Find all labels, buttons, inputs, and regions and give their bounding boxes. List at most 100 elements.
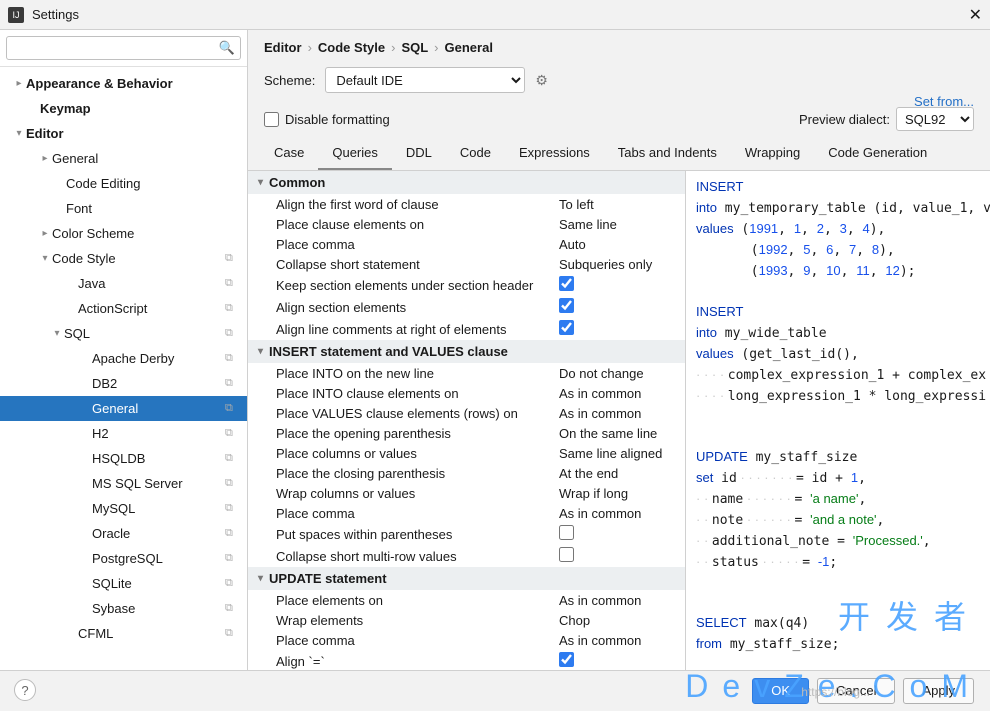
- gear-icon[interactable]: ⚙: [535, 72, 548, 89]
- sidebar-item-postgresql[interactable]: PostgreSQL⧉: [0, 546, 247, 571]
- group-header[interactable]: ▾ Common: [248, 171, 685, 194]
- set-from-link[interactable]: Set from...: [914, 94, 974, 109]
- setting-row[interactable]: Place columns or valuesSame line aligned: [248, 443, 685, 463]
- sidebar-item-sql[interactable]: ▾SQL⧉: [0, 321, 247, 346]
- setting-row[interactable]: Place VALUES clause elements (rows) onAs…: [248, 403, 685, 423]
- tab-expressions[interactable]: Expressions: [505, 137, 604, 170]
- search-input[interactable]: [6, 36, 241, 60]
- setting-row[interactable]: Wrap elementsChop: [248, 610, 685, 630]
- sidebar-item-hsqldb[interactable]: HSQLDB⧉: [0, 446, 247, 471]
- setting-row[interactable]: Collapse short statementSubqueries only: [248, 254, 685, 274]
- setting-value[interactable]: Same line: [555, 217, 685, 232]
- sidebar-item-font[interactable]: Font: [0, 196, 247, 221]
- group-header[interactable]: ▾ UPDATE statement: [248, 567, 685, 590]
- setting-checkbox[interactable]: [559, 525, 574, 540]
- setting-value[interactable]: As in common: [555, 406, 685, 421]
- apply-button[interactable]: Apply: [903, 678, 974, 704]
- settings-tree[interactable]: ▸Appearance & BehaviorKeymap▾Editor▸Gene…: [0, 67, 247, 670]
- sidebar-item-sybase[interactable]: Sybase⧉: [0, 596, 247, 621]
- sidebar-item-apache-derby[interactable]: Apache Derby⧉: [0, 346, 247, 371]
- setting-value[interactable]: As in common: [555, 593, 685, 608]
- setting-checkbox[interactable]: [559, 276, 574, 291]
- setting-value[interactable]: As in common: [555, 506, 685, 521]
- help-button[interactable]: ?: [14, 679, 36, 701]
- setting-row[interactable]: Place the opening parenthesisOn the same…: [248, 423, 685, 443]
- setting-value[interactable]: As in common: [555, 386, 685, 401]
- setting-row[interactable]: Place INTO clause elements onAs in commo…: [248, 383, 685, 403]
- cancel-button[interactable]: Cancel: [817, 678, 895, 704]
- setting-row[interactable]: Align line comments at right of elements: [248, 318, 685, 340]
- content-pane: Editor›Code Style›SQL›General Scheme: De…: [248, 30, 990, 670]
- sidebar-item-general[interactable]: ▸General: [0, 146, 247, 171]
- setting-checkbox[interactable]: [559, 298, 574, 313]
- setting-value[interactable]: Same line aligned: [555, 446, 685, 461]
- setting-row[interactable]: Place INTO on the new lineDo not change: [248, 363, 685, 383]
- setting-value[interactable]: To left: [555, 197, 685, 212]
- breadcrumb-item[interactable]: Code Style: [318, 40, 385, 55]
- setting-value[interactable]: Wrap if long: [555, 486, 685, 501]
- tab-code-generation[interactable]: Code Generation: [814, 137, 941, 170]
- sidebar-item-ms-sql-server[interactable]: MS SQL Server⧉: [0, 471, 247, 496]
- sidebar-item-cfml[interactable]: CFML⧉: [0, 621, 247, 646]
- setting-checkbox[interactable]: [559, 652, 574, 667]
- breadcrumb-item[interactable]: SQL: [401, 40, 428, 55]
- setting-row[interactable]: Wrap columns or valuesWrap if long: [248, 483, 685, 503]
- setting-value[interactable]: Subqueries only: [555, 257, 685, 272]
- sidebar-item-appearance-behavior[interactable]: ▸Appearance & Behavior: [0, 71, 247, 96]
- preview-dialect-label: Preview dialect:: [799, 112, 890, 127]
- setting-row[interactable]: Place the closing parenthesisAt the end: [248, 463, 685, 483]
- setting-row[interactable]: Place elements onAs in common: [248, 590, 685, 610]
- setting-value[interactable]: On the same line: [555, 426, 685, 441]
- ok-button[interactable]: OK: [752, 678, 809, 704]
- setting-checkbox[interactable]: [559, 547, 574, 562]
- sidebar-item-java[interactable]: Java⧉: [0, 271, 247, 296]
- sidebar-item-color-scheme[interactable]: ▸Color Scheme: [0, 221, 247, 246]
- setting-row[interactable]: Place commaAs in common: [248, 503, 685, 523]
- setting-label: Place comma: [276, 633, 555, 648]
- setting-row[interactable]: Align the first word of clauseTo left: [248, 194, 685, 214]
- setting-value[interactable]: At the end: [555, 466, 685, 481]
- setting-row[interactable]: Align section elements: [248, 296, 685, 318]
- sidebar-item-code-editing[interactable]: Code Editing: [0, 171, 247, 196]
- scheme-select[interactable]: Default IDE: [325, 67, 525, 93]
- setting-value[interactable]: As in common: [555, 633, 685, 648]
- disable-formatting-input[interactable]: [264, 112, 279, 127]
- settings-list[interactable]: ▾ CommonAlign the first word of clauseTo…: [248, 171, 686, 670]
- sidebar-item-oracle[interactable]: Oracle⧉: [0, 521, 247, 546]
- breadcrumb-item[interactable]: Editor: [264, 40, 302, 55]
- group-header[interactable]: ▾ INSERT statement and VALUES clause: [248, 340, 685, 363]
- setting-checkbox[interactable]: [559, 320, 574, 335]
- tab-queries[interactable]: Queries: [318, 137, 392, 170]
- sidebar-item-keymap[interactable]: Keymap: [0, 96, 247, 121]
- sidebar-item-actionscript[interactable]: ActionScript⧉: [0, 296, 247, 321]
- tab-tabs-and-indents[interactable]: Tabs and Indents: [604, 137, 731, 170]
- sidebar-item-editor[interactable]: ▾Editor: [0, 121, 247, 146]
- sidebar-item-db2[interactable]: DB2⧉: [0, 371, 247, 396]
- sidebar-item-general[interactable]: General⧉: [0, 396, 247, 421]
- tab-ddl[interactable]: DDL: [392, 137, 446, 170]
- disable-formatting-checkbox[interactable]: Disable formatting: [264, 112, 390, 127]
- setting-value[interactable]: Do not change: [555, 366, 685, 381]
- setting-row[interactable]: Place commaAs in common: [248, 630, 685, 650]
- tab-code[interactable]: Code: [446, 137, 505, 170]
- setting-value[interactable]: Auto: [555, 237, 685, 252]
- setting-row[interactable]: Keep section elements under section head…: [248, 274, 685, 296]
- setting-row[interactable]: Put spaces within parentheses: [248, 523, 685, 545]
- setting-label: Place elements on: [276, 593, 555, 608]
- tab-wrapping[interactable]: Wrapping: [731, 137, 814, 170]
- setting-row[interactable]: Place commaAuto: [248, 234, 685, 254]
- setting-label: Place VALUES clause elements (rows) on: [276, 406, 555, 421]
- breadcrumb-item[interactable]: General: [445, 40, 493, 55]
- setting-label: Place INTO on the new line: [276, 366, 555, 381]
- sidebar-item-mysql[interactable]: MySQL⧉: [0, 496, 247, 521]
- tab-case[interactable]: Case: [260, 137, 318, 170]
- setting-row[interactable]: Place clause elements onSame line: [248, 214, 685, 234]
- sidebar-item-h2[interactable]: H2⧉: [0, 421, 247, 446]
- setting-row[interactable]: Align `=`: [248, 650, 685, 670]
- close-icon[interactable]: ✕: [969, 5, 982, 25]
- preview-dialect-select[interactable]: SQL92: [896, 107, 974, 131]
- setting-row[interactable]: Collapse short multi-row values: [248, 545, 685, 567]
- setting-value[interactable]: Chop: [555, 613, 685, 628]
- sidebar-item-sqlite[interactable]: SQLite⧉: [0, 571, 247, 596]
- sidebar-item-code-style[interactable]: ▾Code Style⧉: [0, 246, 247, 271]
